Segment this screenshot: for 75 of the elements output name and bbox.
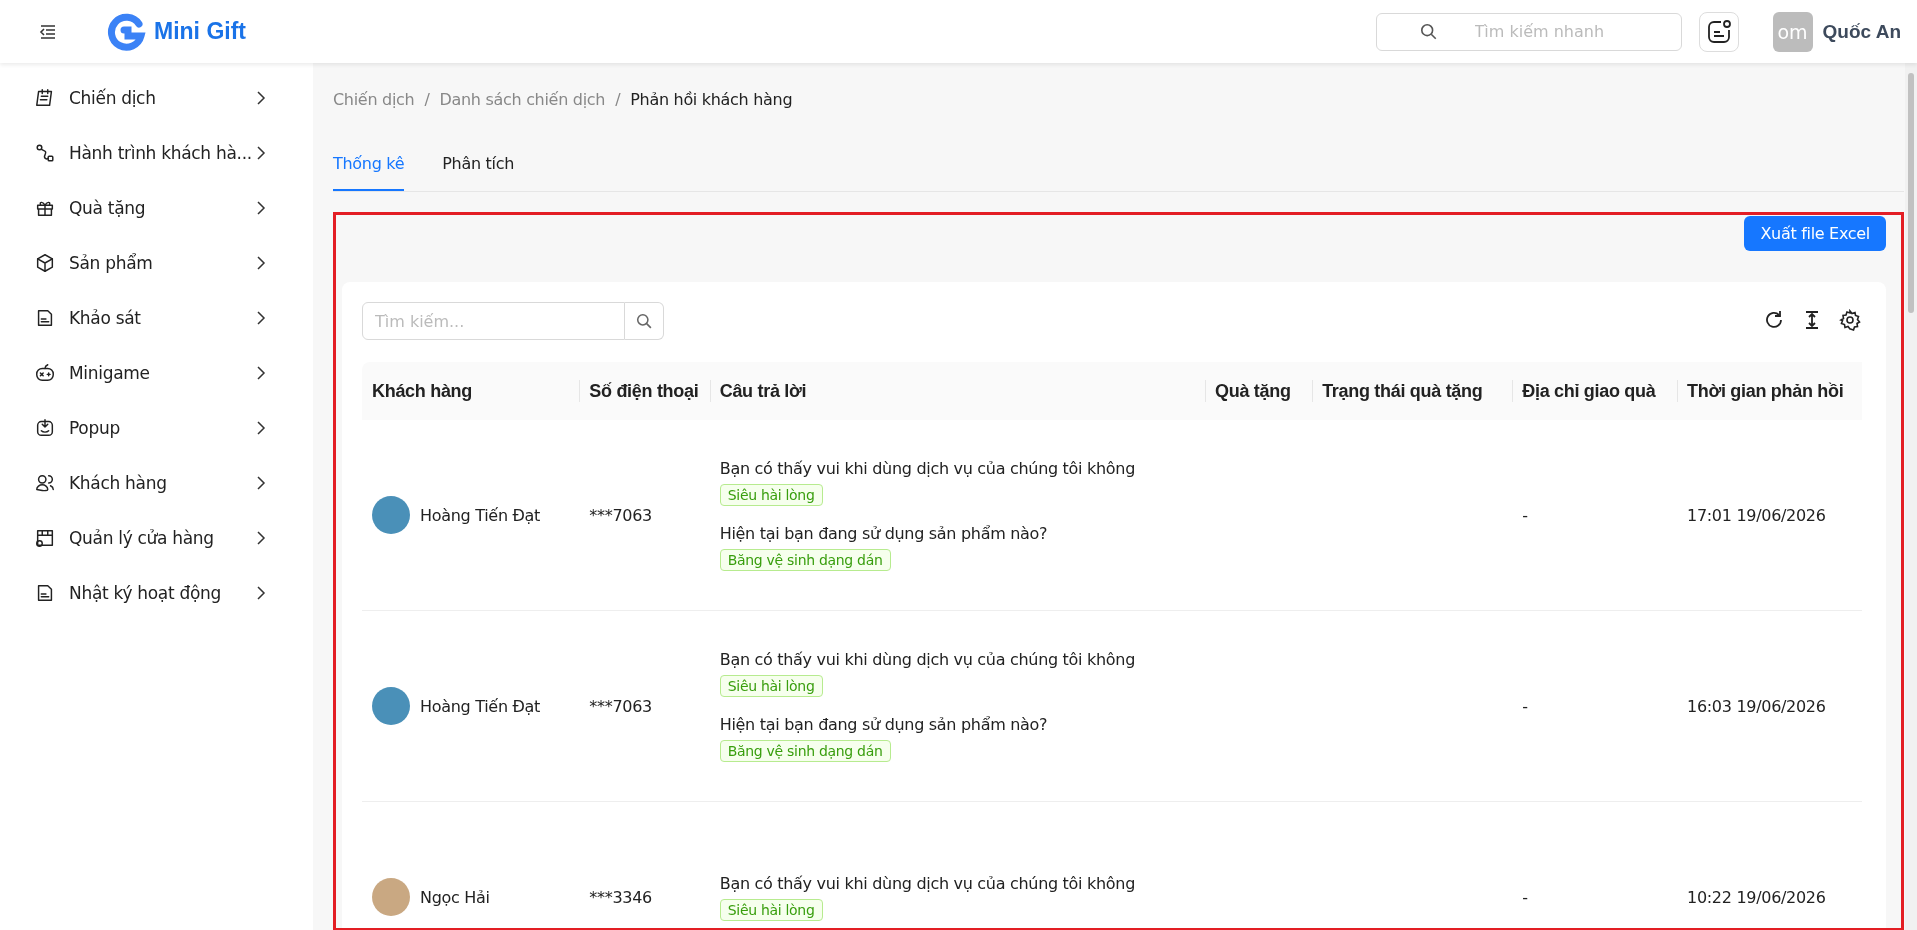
question-text: Hiện tại bạn đang sử dụng sản phẩm nào? — [719, 715, 1048, 734]
chevron-right-icon — [254, 585, 268, 600]
question-text: Bạn có thấy vui khi dùng dịch vụ của chúng tôi không — [719, 459, 1135, 478]
sidebar-item[interactable]: Sản phẩm — [0, 235, 313, 290]
sidebar-item[interactable]: Popup — [0, 400, 313, 455]
avatar-photo — [372, 878, 410, 916]
breadcrumb-separator: / — [615, 89, 621, 109]
sidebar-item[interactable]: Khảo sát — [0, 290, 313, 345]
tab[interactable]: Phân tích — [442, 129, 514, 191]
avatar-photo — [372, 496, 410, 534]
sidebar-item[interactable]: Nhật ký hoạt động — [0, 565, 313, 620]
menu-item-icon — [34, 361, 56, 384]
settings-icon — [1839, 309, 1861, 331]
answer-tag: Siêu hài lòng — [719, 898, 823, 921]
sidebar-item[interactable]: Hành trình khách hà... — [0, 125, 313, 180]
address-cell: - — [1522, 505, 1528, 525]
settings-button[interactable] — [1838, 309, 1862, 333]
answer-tag: Băng vệ sinh dạng dán — [719, 740, 891, 762]
tab[interactable]: Thống kê — [333, 129, 405, 191]
customer-name: Ngọc Hải — [420, 887, 490, 907]
chevron-right-icon — [254, 420, 268, 435]
answer-tag: Siêu hài lòng — [719, 484, 823, 506]
user-name[interactable]: Quốc An — [1822, 20, 1901, 43]
question-text: Hiện tại bạn đang sử dụng sản phẩm nào? — [719, 524, 1048, 543]
phone-cell: ***7063 — [589, 505, 652, 525]
answer-tag: Siêu hài lòng — [719, 675, 823, 697]
breadcrumb-separator: / — [424, 89, 430, 109]
breadcrumb-current: Phản hồi khách hàng — [630, 89, 793, 109]
phone-cell: ***7063 — [589, 696, 652, 716]
reload-icon — [1763, 309, 1785, 331]
customer-name: Hoàng Tiến Đạt — [420, 505, 541, 525]
question-text: Bạn có thấy vui khi dùng dịch vụ của chúng tôi không — [719, 650, 1135, 669]
chevron-right-icon — [254, 475, 268, 490]
chevron-right-icon — [254, 310, 268, 325]
quick-search-field[interactable]: Tìm kiếm nhanh — [1375, 12, 1682, 51]
question-text: Bạn có thấy vui khi dùng dịch vụ của chúng tôi không — [719, 873, 1135, 893]
sidebar-item[interactable]: Khách hàng — [0, 455, 313, 510]
time-cell: 16:03 19/06/2026 — [1687, 696, 1826, 716]
time-cell: 10:22 19/06/2026 — [1687, 887, 1826, 907]
notification-button[interactable] — [1698, 11, 1739, 52]
column-header: Số điện thoại — [589, 380, 699, 401]
column-header: Địa chỉ giao quà — [1522, 380, 1656, 401]
chevron-right-icon — [254, 255, 268, 270]
time-cell: 17:01 19/06/2026 — [1687, 505, 1826, 525]
column-header: Khách hàng — [372, 380, 472, 401]
scrollbar[interactable] — [1905, 63, 1917, 930]
brand-name: Mini Gift — [154, 18, 246, 45]
search-icon — [1419, 22, 1438, 41]
search-icon — [635, 312, 653, 330]
sidebar-item[interactable]: Minigame — [0, 345, 313, 400]
sidebar-item[interactable]: Quà tặng — [0, 180, 313, 235]
chevron-right-icon — [254, 365, 268, 380]
address-cell: - — [1522, 696, 1528, 716]
avatar-photo — [372, 687, 410, 725]
column-header: Thời gian phản hồi — [1687, 380, 1844, 401]
customer-name: Hoàng Tiến Đạt — [420, 696, 541, 716]
chevron-right-icon — [254, 200, 268, 215]
menu-item-icon — [34, 141, 56, 164]
column-header: Trạng thái quà tặng — [1322, 380, 1483, 401]
chevron-right-icon — [254, 145, 268, 160]
address-cell: - — [1522, 887, 1528, 907]
chevron-right-icon — [254, 530, 268, 545]
chevron-right-icon — [254, 90, 268, 105]
column-header: Quà tặng — [1215, 380, 1291, 401]
column-header: Câu trả lời — [719, 380, 807, 401]
logo-icon — [106, 11, 146, 52]
menu-item-icon — [34, 416, 56, 439]
search-button[interactable] — [625, 302, 664, 340]
sidebar-item[interactable]: Quản lý cửa hàng — [0, 510, 313, 565]
phone-cell: ***3346 — [589, 887, 652, 907]
export-excel-button[interactable]: Xuất file Excel — [1744, 216, 1886, 251]
sidebar-item[interactable]: Chiến dịch — [0, 70, 313, 125]
answer-tag: Băng vệ sinh dạng dán — [719, 549, 891, 571]
table-search-field[interactable]: Tìm kiếm... — [362, 302, 625, 340]
menu-item-icon — [34, 251, 56, 274]
